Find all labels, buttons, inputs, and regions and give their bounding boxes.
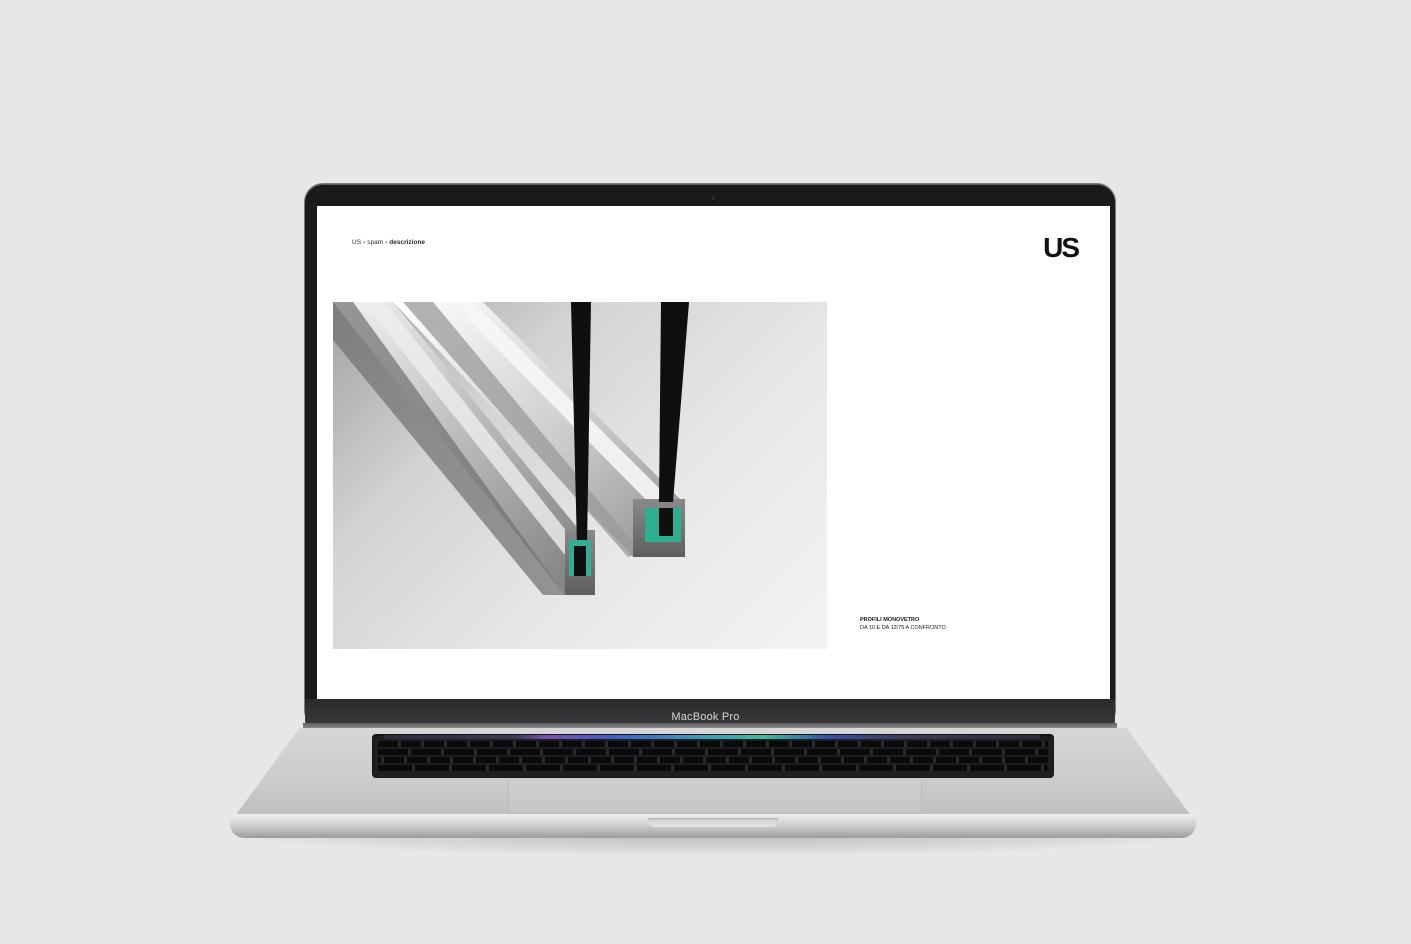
keyboard-keys bbox=[378, 741, 1048, 775]
device-brand-label: MacBook Pro bbox=[671, 711, 740, 723]
hero-image bbox=[333, 302, 827, 649]
laptop-mockup-scene: US › spam › descrizione US PROFILI MONOV… bbox=[0, 0, 1411, 944]
trackpad bbox=[508, 781, 922, 814]
product-caption: PROFILI MONOVETRO DA 10 E DA 12/75 A CON… bbox=[860, 617, 946, 633]
lid-opening-notch bbox=[648, 818, 778, 827]
site-logo[interactable]: US bbox=[1043, 234, 1080, 262]
caption-subtitle: DA 10 E DA 12/75 A CONFRONTO bbox=[860, 624, 946, 631]
breadcrumb-middle[interactable]: spam bbox=[367, 239, 383, 246]
glass-profile-illustration bbox=[333, 302, 689, 595]
laptop-screen: US › spam › descrizione US PROFILI MONOV… bbox=[317, 206, 1110, 699]
caption-title: PROFILI MONOVETRO bbox=[860, 617, 920, 623]
breadcrumb: US › spam › descrizione bbox=[352, 239, 425, 246]
touch-bar bbox=[384, 735, 1040, 739]
breadcrumb-root[interactable]: US bbox=[352, 239, 361, 246]
key-row bbox=[378, 765, 1048, 771]
key-row bbox=[378, 741, 1048, 747]
breadcrumb-current: descrizione bbox=[389, 239, 426, 246]
key-row bbox=[378, 749, 1048, 755]
key-row bbox=[378, 757, 1048, 763]
webcam-icon bbox=[711, 196, 715, 200]
